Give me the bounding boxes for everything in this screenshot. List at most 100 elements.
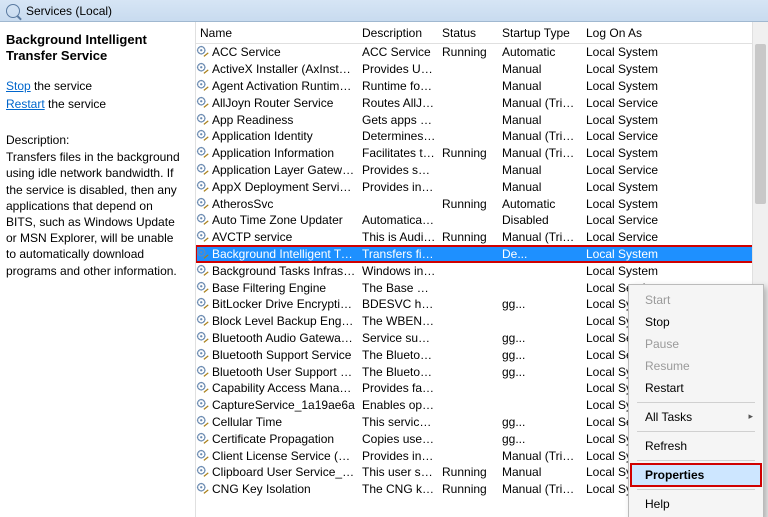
services-list-panel: Name Description Status Startup Type Log… [196,22,768,517]
cell-startup: Manual (Trigg... [502,482,586,496]
service-row[interactable]: Background Tasks Infrastruc...Windows in… [196,262,768,279]
service-row[interactable]: Auto Time Zone UpdaterAutomaticall... Dis… [196,212,768,229]
service-row[interactable]: AtherosSvcRunningAutomaticLocal System [196,195,768,212]
cell-startup: Disabled [502,213,586,227]
cell-name: Application Layer Gateway S... [212,163,362,177]
menu-all-tasks[interactable]: All Tasks ▸ [631,406,761,428]
service-gear-icon [196,129,210,143]
cell-logon: Local System [586,62,666,76]
service-gear-icon [196,230,210,244]
service-row[interactable]: Application InformationFacilitates th...… [196,145,768,162]
service-row[interactable]: AVCTP serviceThis is Audio...RunningManu… [196,229,768,246]
cell-name: Clipboard User Service_1a19... [212,465,362,479]
menu-separator [637,489,755,490]
menu-separator [637,402,755,403]
cell-logon: Local System [586,180,666,194]
service-detail-panel: Background Intelligent Transfer Service … [0,22,196,517]
cell-logon: Local System [586,45,666,59]
cell-logon: Local System [586,79,666,93]
cell-name: ACC Service [212,45,362,59]
cell-description: Automaticall... [362,213,442,227]
cell-description: Routes AllJo... [362,96,442,110]
menu-restart[interactable]: Restart [631,377,761,399]
menu-pause[interactable]: Pause [631,333,761,355]
menu-resume[interactable]: Resume [631,355,761,377]
service-gear-icon [196,314,210,328]
cell-description: Windows inf... [362,264,442,278]
window-title: Services (Local) [26,4,112,18]
service-row[interactable]: Agent Activation Runtime_1...Runtime for… [196,78,768,95]
service-row[interactable]: Application IdentityDetermines ...Manual… [196,128,768,145]
cell-logon: Local System [586,113,666,127]
service-gear-icon [196,113,210,127]
service-gear-icon [196,331,210,345]
cell-name: BitLocker Drive Encryption S... [212,297,362,311]
scrollbar-thumb[interactable] [755,44,766,204]
cell-name: Bluetooth Support Service [212,348,362,362]
service-gear-icon [196,197,210,211]
service-row[interactable]: App ReadinessGets apps re...ManualLocal … [196,111,768,128]
service-gear-icon [196,297,210,311]
service-gear-icon [196,79,210,93]
cell-startup: gg... [502,432,586,446]
cell-startup: Manual [502,163,586,177]
service-row[interactable]: ActiveX Installer (AxInstSV)Provides Use… [196,61,768,78]
cell-description: Runtime for ... [362,79,442,93]
cell-startup: Manual (Trigg... [502,146,586,160]
restart-link-tail: the service [45,97,106,111]
cell-name: Bluetooth Audio Gateway Se... [212,331,362,345]
menu-refresh[interactable]: Refresh [631,435,761,457]
column-header-logon[interactable]: Log On As [586,26,666,43]
menu-help[interactable]: Help [631,493,761,515]
cell-description: The WBENGI... [362,314,442,328]
selected-service-title: Background Intelligent Transfer Service [6,32,185,63]
cell-description: Service supp... [362,331,442,345]
service-gear-icon [196,398,210,412]
cell-startup: Manual (Trigg... [502,230,586,244]
column-header-description[interactable]: Description [362,26,442,43]
column-header-status[interactable]: Status [442,26,502,43]
cell-logon: Local System [586,264,666,278]
menu-start[interactable]: Start [631,289,761,311]
service-gear-icon [196,381,210,395]
cell-name: AtherosSvc [212,197,362,211]
menu-properties[interactable]: Properties [631,464,761,486]
service-row[interactable]: AppX Deployment Service (A...Provides in… [196,178,768,195]
menu-separator [637,431,755,432]
service-gear-icon [196,465,210,479]
service-row[interactable]: ACC ServiceACC ServiceRunningAutomaticLo… [196,44,768,61]
column-header-name[interactable]: Name [196,26,362,43]
service-row[interactable]: AllJoyn Router ServiceRoutes AllJo...Man… [196,94,768,111]
cell-startup: Manual [502,465,586,479]
cell-name: Auto Time Zone Updater [212,213,362,227]
cell-name: Agent Activation Runtime_1... [212,79,362,93]
cell-startup: gg... [502,415,586,429]
cell-logon: Local System [586,197,666,211]
cell-startup: gg... [502,348,586,362]
cell-status: Running [442,197,502,211]
service-row[interactable]: Application Layer Gateway S...Provides s… [196,162,768,179]
cell-startup: Manual (Trigg... [502,129,586,143]
restart-link[interactable]: Restart [6,97,45,111]
cell-description: Facilitates th... [362,146,442,160]
cell-status: Running [442,465,502,479]
cell-logon: Local System [586,146,666,160]
cell-description: Provides sup... [362,163,442,177]
cell-name: Cellular Time [212,415,362,429]
service-gear-icon [196,432,210,446]
cell-name: ActiveX Installer (AxInstSV) [212,62,362,76]
service-row[interactable]: Background Intelligent Tran...Transfers … [196,246,768,263]
column-header-startup[interactable]: Startup Type [502,26,586,43]
service-gear-icon [196,62,210,76]
stop-link[interactable]: Stop [6,79,31,93]
cell-description: Provides Use... [362,62,442,76]
cell-startup: gg... [502,297,586,311]
search-icon [6,4,20,18]
cell-startup: Manual [502,62,586,76]
cell-description: Provides infr... [362,449,442,463]
content-area: Background Intelligent Transfer Service … [0,22,768,517]
titlebar: Services (Local) [0,0,768,22]
menu-stop[interactable]: Stop [631,311,761,333]
cell-description: Provides infr... [362,180,442,194]
cell-name: Application Identity [212,129,362,143]
